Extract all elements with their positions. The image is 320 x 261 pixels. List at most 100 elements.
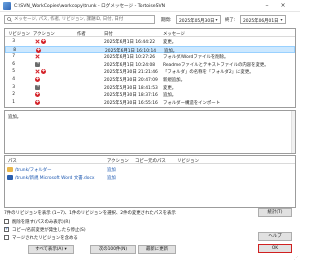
add-action-icon	[35, 76, 40, 82]
log-row-message: 変更。	[163, 40, 177, 45]
log-row-date: 2025年5月30日 18:37:16	[104, 93, 158, 99]
show-all-button[interactable]: すべて表示(A) ▾	[28, 245, 74, 254]
stop-on-copy-checkbox[interactable]: コピー/名前変更が発生したら停止(S)	[4, 226, 174, 233]
log-row-message: フォルダー構造をインポート	[163, 100, 221, 106]
hide-deleted-label: 削除を隠す(パスのみ表示)(R)	[12, 220, 71, 225]
column-header-date[interactable]: 日付	[104, 31, 113, 37]
log-row[interactable]: 1 2025年5月30日 16:55:16 フォルダー構造をインポート	[5, 99, 295, 106]
log-message-text: 追加。	[8, 115, 22, 120]
to-date-value: 2025年06月01日	[243, 18, 279, 24]
resize-grip-icon[interactable]: ⋰	[294, 255, 299, 260]
log-row-date: 2025年5月30日 18:41:53	[104, 85, 158, 91]
help-button[interactable]: ヘルプ	[258, 232, 292, 241]
column-header-path-action[interactable]: アクション	[107, 158, 129, 164]
include-merged-checkbox[interactable]: マージされたリビジョンを含める	[4, 234, 174, 241]
log-row-revision: 3	[12, 84, 15, 90]
chevron-down-icon[interactable]: ▾	[214, 17, 219, 22]
window-title: C:\SVN_WorkCopies\workcopy\trunk - ログメッセ…	[14, 4, 166, 9]
show-all-label: すべて表示(A)	[35, 247, 64, 252]
log-row-revision: 1	[12, 99, 15, 105]
chevron-down-icon[interactable]: ▾	[63, 247, 67, 252]
delete-action-icon	[35, 54, 40, 59]
column-header-message[interactable]: メッセージ	[163, 31, 185, 37]
log-row-revision: 2	[12, 92, 15, 98]
checkbox-box[interactable]	[4, 218, 9, 224]
add-action-icon	[41, 38, 46, 44]
column-header-action[interactable]: アクション	[33, 31, 55, 37]
log-row-date: 2025年6月1日 16:44:22	[104, 40, 156, 45]
checkbox-box[interactable]	[4, 234, 9, 240]
log-row[interactable]: 4 2025年5月30日 20:47:09 新規追加。	[5, 76, 295, 83]
minimize-icon[interactable]: –	[262, 2, 272, 10]
to-label: 終了:	[225, 18, 236, 23]
add-action-icon	[35, 91, 40, 98]
log-row-revision: 6	[12, 61, 15, 67]
changed-paths-list[interactable]: パス アクション コピー元のパス リビジョン /trunk/フォルダー 追加/tr…	[4, 155, 296, 208]
log-row-date: 2025年5月30日 16:55:16	[104, 100, 158, 106]
log-row-date: 2025年6月1日 10:24:08	[104, 62, 156, 68]
title-bar: C:\SVN_WorkCopies\workcopy\trunk - ログメッセ…	[0, 0, 300, 12]
log-row-revision: 8	[13, 47, 16, 53]
add-action-icon	[41, 68, 46, 75]
hide-deleted-checkbox[interactable]: 削除を隠す(パスのみ表示)(R)	[4, 218, 174, 225]
refresh-button[interactable]: 最新に更新	[138, 245, 176, 254]
filter-toolbar: 期間: 2025年05月30日 ▾ 終了: 2025年06月01日 ▾	[0, 14, 300, 26]
log-row-revision: 5	[12, 69, 15, 75]
search-box[interactable]	[4, 15, 155, 24]
revision-log-list[interactable]: リビジョン アクション 作者 日付 メッセージ 3 2025年6月1日 16:44…	[4, 28, 296, 108]
log-row-revision: 7	[12, 54, 15, 60]
column-header-revision[interactable]: リビジョン	[8, 31, 30, 37]
add-action-icon	[36, 47, 41, 53]
log-row[interactable]: 2 2025年5月30日 18:37:16 追加。	[5, 91, 295, 98]
log-row-message: Readmeファイルとテキストファイルの内容を変更。	[163, 62, 269, 68]
modify-action-icon	[35, 83, 40, 90]
path-row[interactable]: /trunk/フォルダー 追加	[5, 166, 295, 173]
tortoisesvn-app-icon	[3, 2, 11, 10]
column-header-path[interactable]: パス	[8, 158, 17, 164]
column-header-copy-from[interactable]: コピー元のパス	[135, 158, 166, 164]
from-date-picker[interactable]: 2025年05月30日 ▾	[176, 15, 221, 24]
next-100-button[interactable]: 次の100件(N)	[90, 245, 136, 254]
folder-icon	[7, 167, 13, 172]
chevron-down-icon[interactable]: ▾	[279, 17, 284, 22]
log-row-message: フォルダ/Wordファイルを削除。	[163, 55, 229, 61]
ok-button[interactable]: OK	[258, 244, 292, 253]
stop-on-copy-label: コピー/名前変更が発生したら停止(S)	[12, 228, 86, 233]
log-row-revision: 4	[12, 77, 15, 82]
log-row-message: 「フォルダ」の名称を「フォルダ2」に変更。	[163, 70, 254, 76]
path-row-action: 追加	[107, 176, 116, 181]
log-row-message: 変更。	[163, 85, 177, 91]
message-scrollbar[interactable]	[291, 111, 295, 153]
delete-action-icon	[35, 39, 40, 44]
close-icon[interactable]: ×	[278, 2, 288, 10]
log-row-message: 新規追加。	[163, 78, 185, 83]
modify-action-icon	[35, 60, 40, 67]
log-row-message: 追加。	[163, 93, 177, 99]
log-message-pane[interactable]: 追加。	[4, 110, 296, 154]
status-text: 7件のリビジョンを表示 (1~7)、1件のリビジョンを選択、2件の変更されたパス…	[4, 211, 176, 216]
path-row-path: /trunk/新規 Microsoft Word 文書.docx	[15, 176, 95, 181]
log-row-date: 2025年5月30日 20:47:09	[104, 78, 158, 83]
log-list-header: リビジョン アクション 作者 日付 メッセージ	[5, 29, 295, 37]
log-row[interactable]: 7 2025年6月1日 10:27:26 フォルダ/Wordファイルを削除。	[5, 53, 295, 60]
search-icon	[7, 17, 12, 22]
log-row-revision: 3	[12, 39, 15, 44]
log-row[interactable]: 3 2025年5月30日 18:41:53 変更。	[5, 83, 295, 91]
include-merged-label: マージされたリビジョンを含める	[12, 236, 78, 241]
log-row[interactable]: 6 2025年6月1日 10:24:08 Readmeファイルとテキストファイルの内…	[5, 60, 295, 68]
paths-list-header: パス アクション コピー元のパス リビジョン	[5, 156, 295, 164]
log-row[interactable]: 5 2025年5月30日 21:21:46 「フォルダ」の名称を「フォルダ2」に変更…	[5, 68, 295, 75]
column-header-author[interactable]: 作者	[77, 31, 86, 37]
path-row[interactable]: /trunk/新規 Microsoft Word 文書.docx 追加	[5, 174, 295, 181]
statistics-button[interactable]: 統計(T)	[258, 208, 292, 217]
search-input[interactable]	[14, 16, 154, 23]
log-row[interactable]: 82025年6月1日 16:10:14追加。	[5, 45, 295, 54]
from-label: 期間:	[161, 18, 172, 23]
column-header-path-revision[interactable]: リビジョン	[177, 158, 199, 164]
path-row-action: 追加	[107, 168, 116, 173]
to-date-picker[interactable]: 2025年06月01日 ▾	[240, 15, 286, 24]
word-document-icon	[7, 175, 13, 180]
checkbox-box-checked[interactable]	[4, 226, 9, 232]
log-row-date: 2025年5月30日 21:21:46	[104, 70, 158, 76]
log-row[interactable]: 3 2025年6月1日 16:44:22 変更。	[5, 38, 295, 45]
